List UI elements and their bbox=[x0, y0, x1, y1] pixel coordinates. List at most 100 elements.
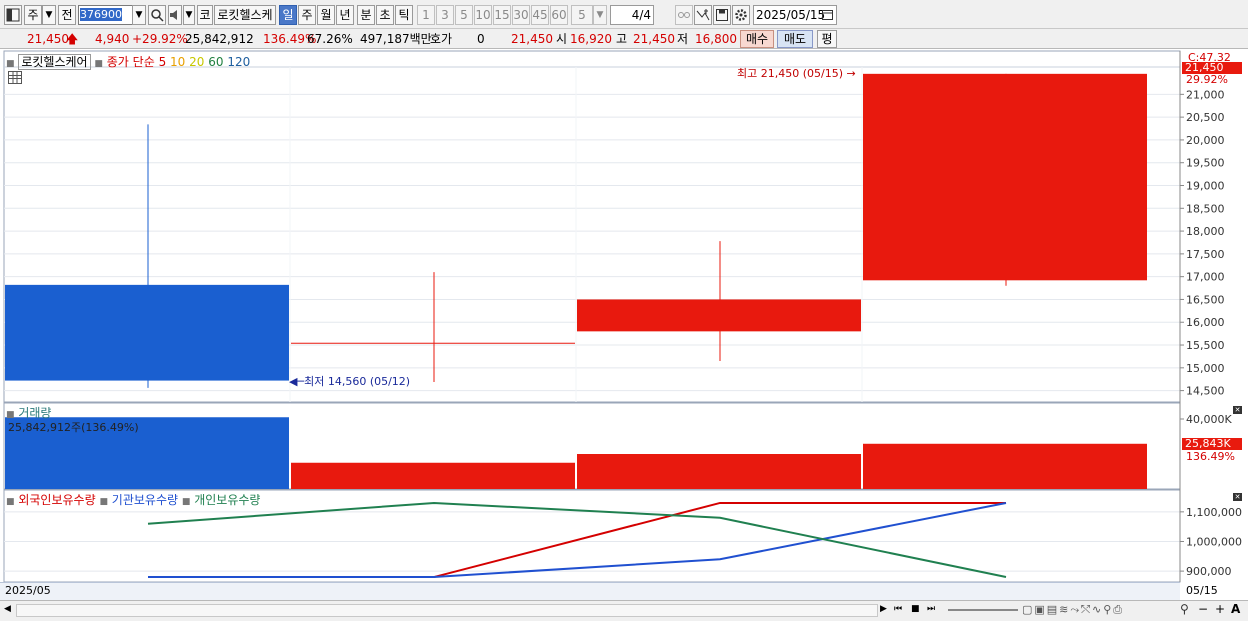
interval-1[interactable]: 1 bbox=[417, 5, 435, 25]
price-tick-label: 20,500 bbox=[1186, 111, 1225, 124]
zoom-slider[interactable] bbox=[948, 609, 1018, 611]
candle-body bbox=[5, 284, 289, 381]
speaker-icon[interactable] bbox=[168, 5, 182, 25]
price-tick-label: 18,000 bbox=[1186, 225, 1225, 238]
candle bbox=[5, 124, 289, 388]
price-legend: ■ 로킷헬스케어 ■ 종가 단순 5 10 20 60 120 bbox=[6, 53, 250, 70]
window-layout-icon[interactable] bbox=[4, 5, 22, 25]
price-tick-label: 15,500 bbox=[1186, 339, 1225, 352]
date-input[interactable]: 2025/05/15 bbox=[753, 5, 837, 25]
calendar-icon bbox=[822, 10, 833, 20]
period-day-tab[interactable]: 일 bbox=[279, 5, 297, 25]
price-tick-label: 17,000 bbox=[1186, 271, 1225, 284]
volume-title: 거래량 bbox=[18, 406, 52, 420]
eval-button[interactable]: 평 bbox=[817, 30, 837, 48]
period-minute-tab[interactable]: 분 bbox=[357, 5, 375, 25]
candle-body bbox=[863, 73, 1147, 281]
stock-chart: 21,000 20,500 20,000 19,500 19,000 18,500 18,0… bbox=[3, 50, 1242, 583]
prev-button[interactable]: 전 bbox=[58, 5, 76, 25]
main-toolbar: 주 ▼ 전 376900 ▼ ▼ 코 로킷헬스케 일 주 월 년 분 초 틱 1… bbox=[0, 0, 1248, 29]
period-second-tab[interactable]: 초 bbox=[376, 5, 394, 25]
ma-120-label: 120 bbox=[227, 55, 251, 69]
trade-amount: 497,187백만 bbox=[360, 32, 432, 46]
up-arrow-icon: 🡅 bbox=[66, 32, 79, 46]
period-year-tab[interactable]: 년 bbox=[336, 5, 354, 25]
data-table-icon[interactable] bbox=[8, 71, 22, 84]
holding-tick-label: 1,100,000 bbox=[1186, 506, 1242, 519]
stock-name-label[interactable]: 로킷헬스케어 bbox=[18, 54, 91, 70]
zoom-out-icon[interactable]: − bbox=[1198, 602, 1208, 616]
period-tick-tab[interactable]: 틱 bbox=[395, 5, 413, 25]
price-tick-label: 18,500 bbox=[1186, 202, 1225, 215]
volume-value: 25,842,912 bbox=[185, 32, 254, 46]
interval-5[interactable]: 5 bbox=[455, 5, 473, 25]
volume-current-pct: 136.49% bbox=[1186, 450, 1235, 463]
scroll-right-icon[interactable]: ▶ bbox=[880, 604, 887, 614]
scroll-left-icon[interactable]: ◀ bbox=[4, 604, 11, 614]
sell-button[interactable]: 매도 bbox=[777, 30, 813, 48]
volume-note: 25,842,912주(136.49%) bbox=[8, 421, 139, 434]
hoga-value: 0 bbox=[477, 32, 485, 46]
bottom-toolbar: ◀ ▶ ⏮ ■ ⏭ ▢▣▤≋⤳⤲∿⚲⎙ ⚲ − + A bbox=[0, 600, 1248, 621]
close-icon[interactable]: ✕ bbox=[1233, 493, 1242, 501]
open-price: 16,920 bbox=[570, 32, 612, 46]
price-tick-label: 21,000 bbox=[1186, 88, 1225, 101]
x-axis-left-label: 2025/05 bbox=[5, 584, 51, 597]
period-main-label[interactable]: 주 bbox=[24, 5, 42, 25]
search-icon[interactable] bbox=[148, 5, 166, 25]
interval-10[interactable]: 10 bbox=[474, 5, 492, 25]
zoom-in-icon[interactable]: + bbox=[1215, 602, 1225, 616]
price-tick-label: 16,000 bbox=[1186, 316, 1225, 329]
stock-name[interactable]: 로킷헬스케 bbox=[214, 5, 276, 25]
quote-bar: 21,450 🡅 4,940 +29.92% 25,842,912 136.49… bbox=[0, 29, 1248, 49]
turnover-rate: 67.26% bbox=[307, 32, 353, 46]
price-tick-label: 20,000 bbox=[1186, 134, 1225, 147]
individual-holding-label: 개인보유수량 bbox=[194, 493, 261, 507]
gear-icon[interactable] bbox=[732, 5, 750, 25]
interval-30[interactable]: 30 bbox=[512, 5, 530, 25]
close-icon[interactable]: ✕ bbox=[1233, 406, 1242, 414]
horizontal-scrollbar[interactable] bbox=[16, 604, 878, 617]
speaker-dropdown-icon[interactable]: ▼ bbox=[183, 5, 195, 25]
candle bbox=[291, 272, 575, 382]
ma-10-label: 10 bbox=[170, 55, 186, 69]
interval-15[interactable]: 15 bbox=[493, 5, 511, 25]
drawing-tools-icon[interactable]: ▢▣▤≋⤳⤲∿⚲⎙ bbox=[1022, 603, 1124, 617]
zoom-search-icon[interactable]: ⚲ bbox=[1180, 602, 1189, 616]
save-icon[interactable] bbox=[713, 5, 731, 25]
market-badge: 코 bbox=[197, 5, 213, 25]
chevron-down-icon[interactable]: ▼ bbox=[42, 5, 56, 25]
ma-label: 종가 단순 bbox=[106, 55, 155, 69]
volume-tick-label: 40,000K bbox=[1186, 413, 1232, 426]
stop-icon[interactable]: ■ bbox=[911, 604, 920, 614]
last-page-icon[interactable]: ⏭ bbox=[927, 604, 935, 614]
holding-tick-label: 1,000,000 bbox=[1186, 535, 1242, 548]
ma-20-label: 20 bbox=[189, 55, 205, 69]
low-note: 최저 14,560 (05/12) bbox=[304, 375, 411, 388]
candle bbox=[863, 73, 1147, 286]
interval-dropdown-icon[interactable]: ▼ bbox=[593, 5, 607, 25]
buy-button[interactable]: 매수 bbox=[740, 30, 774, 48]
chart-area[interactable]: 21,000 20,500 20,000 19,500 19,000 18,500 18,0… bbox=[0, 49, 1248, 621]
high-price: 21,450 bbox=[633, 32, 675, 46]
volume-bar bbox=[577, 454, 861, 489]
price-tick-label: 14,500 bbox=[1186, 385, 1225, 398]
current-price: 21,450 bbox=[27, 32, 69, 46]
high-label: 고 bbox=[616, 32, 628, 46]
volume-bar bbox=[291, 462, 575, 489]
code-dropdown-icon[interactable]: ▼ bbox=[132, 5, 146, 25]
price-tick-label: 19,500 bbox=[1186, 157, 1225, 170]
first-page-icon[interactable]: ⏮ bbox=[894, 604, 902, 614]
interval-60[interactable]: 60 bbox=[550, 5, 568, 25]
font-size-icon[interactable]: A bbox=[1231, 602, 1240, 616]
period-week-tab[interactable]: 주 bbox=[298, 5, 316, 25]
interval-3[interactable]: 3 bbox=[436, 5, 454, 25]
interval-input[interactable]: 5 bbox=[571, 5, 593, 25]
interval-45[interactable]: 45 bbox=[531, 5, 549, 25]
period-month-tab[interactable]: 월 bbox=[317, 5, 335, 25]
draw-tool-icon[interactable] bbox=[694, 5, 712, 25]
link-icon[interactable] bbox=[675, 5, 693, 25]
price-tick-label: 17,500 bbox=[1186, 248, 1225, 261]
legend-square-icon: ■ bbox=[99, 497, 108, 507]
low-annotation: ◀─최저 14,560 (05/12) bbox=[289, 373, 410, 389]
